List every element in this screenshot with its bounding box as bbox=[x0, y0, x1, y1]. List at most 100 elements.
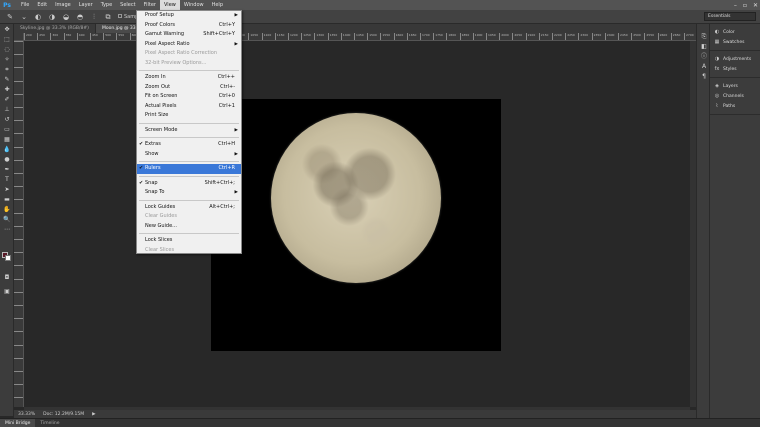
ruler-tick bbox=[14, 371, 23, 372]
view-menu-item-snap-to[interactable]: Snap To ▶ bbox=[137, 188, 241, 198]
menu-filter[interactable]: Filter bbox=[140, 0, 160, 10]
pen-tool-icon[interactable]: ✒ bbox=[2, 165, 12, 174]
panel-tab-color[interactable]: ◐ Color bbox=[710, 27, 760, 37]
ruler-tick-label: 1100 bbox=[261, 33, 271, 40]
view-menu-item-proof-colors[interactable]: Proof Colors Ctrl+Y bbox=[137, 21, 241, 31]
quick-select-tool-icon[interactable]: ✧ bbox=[2, 55, 12, 64]
panel-tab-styles[interactable]: fx Styles bbox=[710, 64, 760, 74]
info-panel-icon[interactable]: ⓘ bbox=[699, 52, 709, 61]
panel-tab-layers[interactable]: ◈ Layers bbox=[710, 81, 760, 91]
view-menu-item-extras[interactable]: ✔ Extras Ctrl+H bbox=[137, 140, 241, 150]
ruler-tick bbox=[14, 199, 23, 201]
menu-view[interactable]: View bbox=[160, 0, 180, 10]
dodge-tool-icon[interactable]: ● bbox=[2, 155, 12, 164]
blur-tool-icon[interactable]: 💧 bbox=[2, 145, 12, 154]
horizontal-ruler[interactable]: 2002503003504004505005506006507007508008… bbox=[24, 33, 696, 41]
view-menu-item-show[interactable]: Show ▶ bbox=[137, 150, 241, 160]
minimize-icon[interactable]: – bbox=[734, 2, 737, 9]
sample-size-icon[interactable]: ◐ bbox=[34, 13, 42, 21]
view-menu-item-lock-guides[interactable]: Lock Guides Alt+Ctrl+; bbox=[137, 203, 241, 213]
view-menu-item-gamut-warning[interactable]: Gamut Warning Shift+Ctrl+Y bbox=[137, 30, 241, 40]
view-menu-item-pixel-aspect-ratio[interactable]: Pixel Aspect Ratio ▶ bbox=[137, 40, 241, 50]
menu-item-label: 32-bit Preview Options... bbox=[145, 59, 207, 66]
ruler-tick-label: 1050 bbox=[248, 33, 258, 40]
maximize-icon[interactable]: ▫ bbox=[743, 2, 747, 9]
more-tools-icon[interactable]: ⋯ bbox=[2, 225, 12, 234]
view-menu-item-new-guide[interactable]: New Guide... bbox=[137, 222, 241, 232]
menu-type[interactable]: Type bbox=[97, 0, 116, 10]
view-menu-item-zoom-out[interactable]: Zoom Out Ctrl+- bbox=[137, 83, 241, 93]
menu-item-label: Fit on Screen bbox=[145, 93, 178, 99]
brush-tool-icon[interactable]: ✐ bbox=[2, 95, 12, 104]
type-tool-icon[interactable]: T bbox=[2, 175, 12, 184]
character-panel-icon[interactable]: A bbox=[699, 62, 709, 71]
ruler-origin[interactable] bbox=[14, 33, 24, 41]
ruler-tick-label: 1600 bbox=[393, 33, 403, 40]
properties-panel-icon[interactable]: ◧ bbox=[699, 42, 709, 51]
hand-tool-icon[interactable]: ✋ bbox=[2, 205, 12, 214]
eraser-tool-icon[interactable]: ▭ bbox=[2, 125, 12, 134]
workspace-switcher[interactable]: Essentials bbox=[704, 12, 756, 21]
ruler-tick bbox=[14, 173, 23, 174]
panel-tab-paths[interactable]: ⌇ Paths bbox=[710, 101, 760, 111]
view-menu-item-print-size[interactable]: Print Size bbox=[137, 111, 241, 121]
crop-tool-icon[interactable]: ⌗ bbox=[2, 65, 12, 74]
history-panel-icon[interactable]: ⎘ bbox=[699, 32, 709, 41]
close-icon[interactable]: ✕ bbox=[753, 2, 758, 9]
panel-tab-channels[interactable]: ◎ Channels bbox=[710, 91, 760, 101]
bottom-tab[interactable]: Timeline bbox=[35, 419, 64, 427]
ruler-tick-label: 1700 bbox=[420, 33, 430, 40]
menu-help[interactable]: Help bbox=[208, 0, 227, 10]
menu-window[interactable]: Window bbox=[180, 0, 208, 10]
menu-separator bbox=[139, 199, 239, 201]
path-select-tool-icon[interactable]: ➤ bbox=[2, 185, 12, 194]
eyedropper-tool-icon[interactable]: ✎ bbox=[2, 75, 12, 84]
panel-tab-swatches[interactable]: ▦ Swatches bbox=[710, 37, 760, 47]
brush-preset-icon[interactable]: ⌄ bbox=[20, 13, 28, 21]
contiguous-icon[interactable]: ⧉ bbox=[104, 13, 112, 21]
paragraph-panel-icon[interactable]: ¶ bbox=[699, 72, 709, 81]
zoom-level[interactable]: 33.33% bbox=[18, 412, 35, 417]
view-menu-item-snap[interactable]: ✔ Snap Shift+Ctrl+; bbox=[137, 179, 241, 189]
view-menu-item-zoom-in[interactable]: Zoom In Ctrl++ bbox=[137, 73, 241, 83]
canvas-area[interactable] bbox=[24, 41, 690, 407]
shape-tool-icon[interactable]: ▬ bbox=[2, 195, 12, 204]
quick-mask-icon[interactable]: ◘ bbox=[2, 273, 12, 282]
tolerance-icon[interactable]: ◒ bbox=[62, 13, 70, 21]
menu-image[interactable]: Image bbox=[51, 0, 75, 10]
gradient-tool-icon[interactable]: ▦ bbox=[2, 135, 12, 144]
menu-select[interactable]: Select bbox=[116, 0, 139, 10]
healing-tool-icon[interactable]: ✚ bbox=[2, 85, 12, 94]
lasso-tool-icon[interactable]: ◌ bbox=[2, 45, 12, 54]
zoom-tool-icon[interactable]: 🔍 bbox=[2, 215, 12, 224]
view-menu-item-screen-mode[interactable]: Screen Mode ▶ bbox=[137, 126, 241, 136]
menu-layer[interactable]: Layer bbox=[75, 0, 97, 10]
document-image[interactable] bbox=[211, 99, 501, 351]
view-menu-item-rulers[interactable]: ✔ Rulers Ctrl+R bbox=[137, 164, 241, 174]
menu-item-label: Extras bbox=[145, 141, 161, 147]
move-tool-icon[interactable]: ✥ bbox=[2, 25, 12, 34]
layer-icon[interactable]: ◓ bbox=[76, 13, 84, 21]
mode-icon[interactable]: ◑ bbox=[48, 13, 56, 21]
view-menu-item-fit-on-screen[interactable]: Fit on Screen Ctrl+0 bbox=[137, 92, 241, 102]
screen-mode-icon[interactable]: ▣ bbox=[2, 287, 12, 296]
document-tab[interactable]: Skyline.jpg @ 33.3% (RGB/8#) bbox=[14, 24, 96, 33]
menu-file[interactable]: File bbox=[17, 0, 33, 10]
status-arrow-icon[interactable]: ▶ bbox=[92, 412, 95, 417]
panel-tab-adjustments[interactable]: ◑ Adjustments bbox=[710, 54, 760, 64]
ruler-tick-label: 2450 bbox=[618, 33, 628, 40]
history-brush-tool-icon[interactable]: ↺ bbox=[2, 115, 12, 124]
background-color-swatch[interactable] bbox=[5, 255, 11, 261]
menu-item-label: Zoom Out bbox=[145, 83, 171, 90]
stack-icon[interactable]: ⫶ bbox=[90, 13, 98, 21]
marquee-tool-icon[interactable]: ⬚ bbox=[2, 35, 12, 44]
view-menu-item-proof-setup[interactable]: Proof Setup ▶ bbox=[137, 11, 241, 21]
clone-stamp-tool-icon[interactable]: ⊥ bbox=[2, 105, 12, 114]
menu-edit[interactable]: Edit bbox=[33, 0, 51, 10]
ruler-tick bbox=[14, 384, 23, 386]
eyedropper-tool-icon[interactable]: ✎ bbox=[6, 13, 14, 21]
bottom-tab[interactable]: Mini Bridge bbox=[0, 418, 36, 427]
vertical-ruler[interactable] bbox=[14, 41, 24, 407]
view-menu-item-actual-pixels[interactable]: Actual Pixels Ctrl+1 bbox=[137, 102, 241, 112]
view-menu-item-lock-slices[interactable]: Lock Slices bbox=[137, 236, 241, 246]
